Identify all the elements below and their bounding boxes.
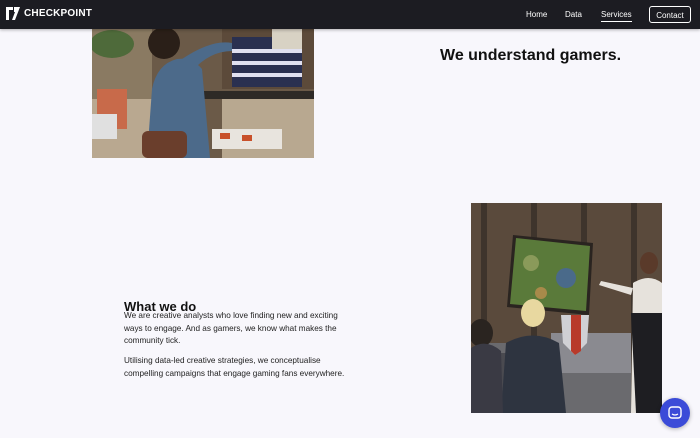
chat-bubble-icon [668,406,682,419]
nav-services-link[interactable]: Services [601,10,632,22]
nav-home-link[interactable]: Home [526,10,547,20]
shop-photo [92,29,314,158]
presentation-photo [471,203,662,413]
chat-launcher-button[interactable] [660,398,690,428]
brand-logo-link[interactable]: CHECKPOINT [6,7,92,20]
checkpoint-logo-icon [6,7,20,20]
what-we-do-paragraph-2: Utilising data-led creative strategies, … [124,356,345,378]
brand-name: CHECKPOINT [24,8,93,19]
top-navbar: CHECKPOINT Home Data Services Contact [0,0,700,29]
hero-headline: We understand gamers. [440,46,622,64]
contact-button[interactable]: Contact [649,6,691,23]
nav-data-link[interactable]: Data [565,10,582,20]
what-we-do-paragraph-1: We are creative analysts who love findin… [124,311,338,346]
